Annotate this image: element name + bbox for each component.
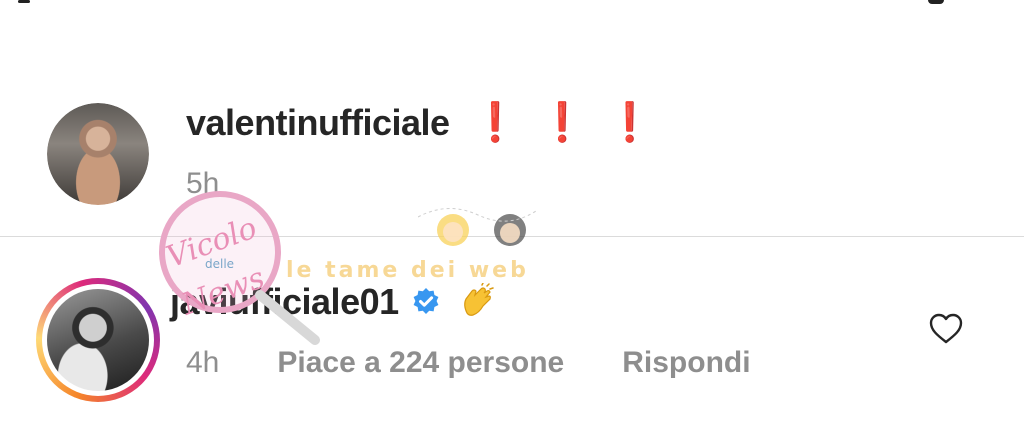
comment-header: javiufficiale01	[170, 278, 495, 326]
top-edge-mark	[18, 0, 30, 3]
timestamp: 4h	[186, 346, 220, 379]
comment-header: valentinufficiale ❗❗❗	[186, 95, 674, 150]
comment-meta: 5h	[186, 167, 219, 201]
profile-photo	[47, 289, 149, 391]
profile-photo	[47, 103, 149, 205]
username[interactable]: valentinufficiale	[186, 102, 450, 144]
likes-count-link[interactable]: Piace a 224 persone	[277, 346, 564, 380]
comment-text: ❗❗❗	[471, 101, 674, 144]
comment-meta: 4h Piace a 224 persone Rispondi	[186, 346, 751, 380]
heart-icon[interactable]	[928, 311, 964, 347]
avatar-story-ring[interactable]	[36, 278, 160, 402]
timestamp: 5h	[186, 167, 220, 200]
top-edge-mark	[928, 0, 944, 4]
reply-button[interactable]: Rispondi	[622, 346, 750, 380]
comment-javiufficiale01: javiufficiale01 4h Piace a 224 persone R…	[0, 250, 1024, 430]
divider	[0, 236, 1024, 237]
verified-badge-icon	[411, 287, 441, 317]
top-frame	[0, 0, 1024, 8]
avatar[interactable]	[47, 103, 149, 205]
comment-valentinufficiale: valentinufficiale ❗❗❗ 5h	[0, 95, 1024, 225]
username[interactable]: javiufficiale01	[170, 281, 399, 323]
clapping-hands-emoji	[457, 283, 495, 321]
